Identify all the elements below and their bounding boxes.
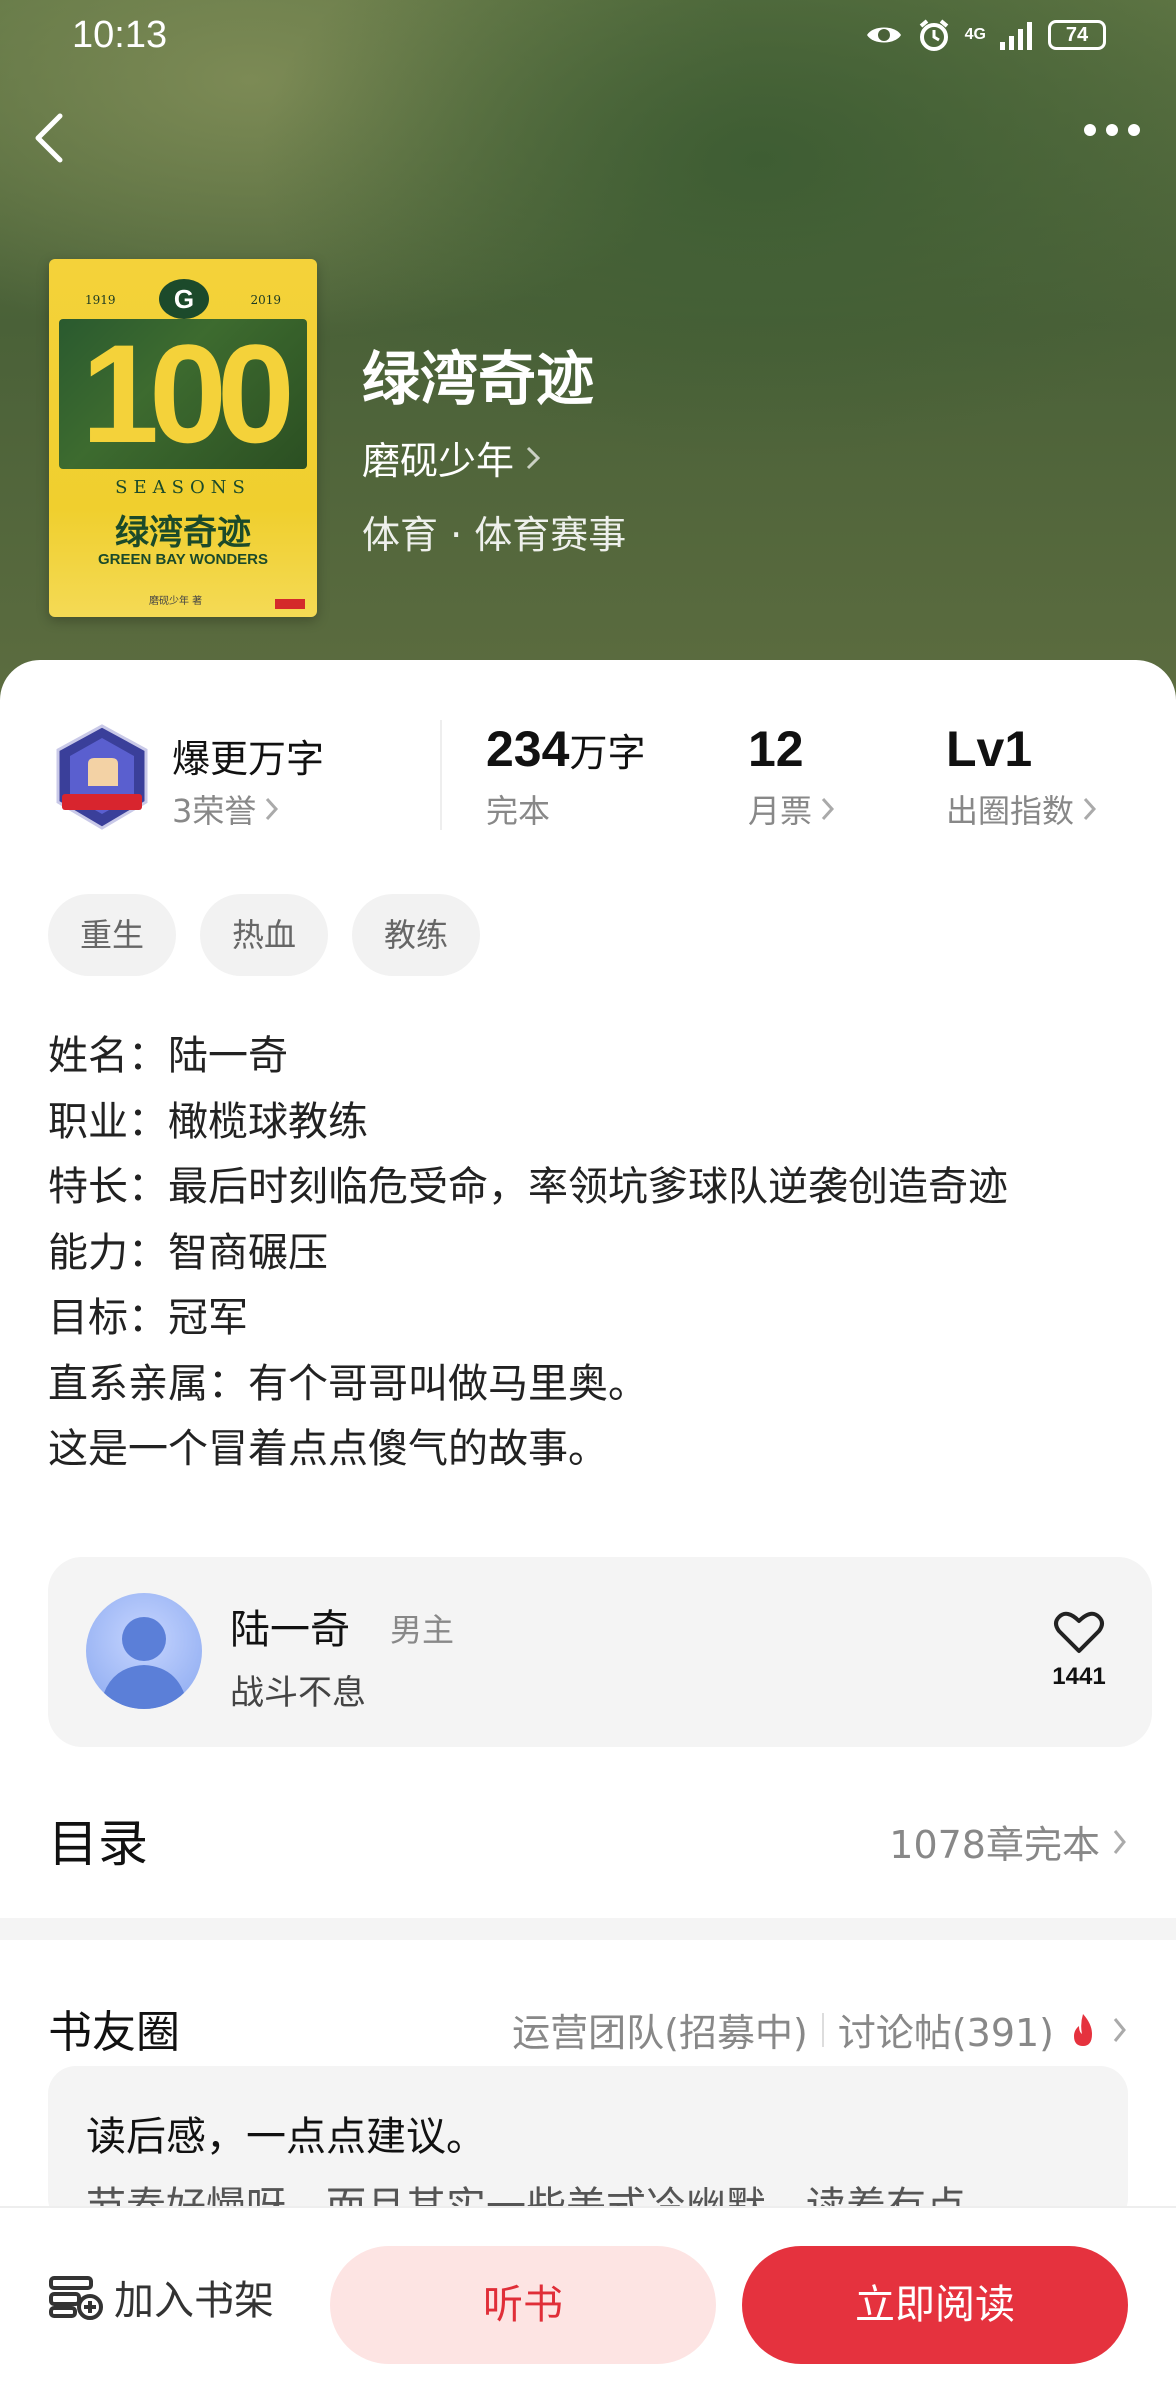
- stats-row: 爆更万字 3荣誉 234万字 完本 12 月票 Lv1 出圈指数: [0, 712, 1176, 842]
- popularity-stat[interactable]: Lv1 出圈指数: [946, 720, 1098, 832]
- synopsis-line: 直系亲属：有个哥哥叫做马里奥。: [48, 1360, 648, 1407]
- cover-seasons: SEASONS: [115, 477, 251, 498]
- cover-year-start: 1919: [85, 293, 116, 307]
- cover-author: 磨砚少年 著: [149, 596, 203, 607]
- word-count-label: 完本: [486, 792, 551, 830]
- chevron-left-icon: [35, 113, 63, 163]
- book-genre[interactable]: 体育 · 体育赛事: [362, 504, 626, 559]
- tag-chip[interactable]: 重生: [48, 894, 177, 976]
- honor-title[interactable]: 爆更万字: [172, 728, 324, 783]
- popularity-label: 出圈指数: [946, 792, 1075, 830]
- book-header-background: 10:13 4G 74 1919 2019 G 100 SEASONS 绿湾奇迹…: [0, 0, 1176, 720]
- heart-icon: [1054, 1611, 1104, 1653]
- honor-badge-icon[interactable]: [52, 724, 152, 832]
- tag-list: 重生 热血 教练: [48, 894, 481, 976]
- synopsis-line: 这是一个冒着点点傻气的故事。: [48, 1426, 608, 1472]
- synopsis-line: 目标：冠军: [48, 1295, 248, 1341]
- more-dot-icon: [1106, 124, 1118, 136]
- book-title: 绿湾奇迹: [362, 345, 595, 413]
- book-cover[interactable]: 1919 2019 G 100 SEASONS 绿湾奇迹 GREEN BAY W…: [49, 259, 317, 617]
- cover-publisher-mark: [275, 599, 305, 609]
- word-count-stat: 234万字 完本: [486, 720, 645, 832]
- toc-count-label: 1078章完本: [889, 1823, 1100, 1867]
- bottom-action-bar: 加入书架 听书 立即阅读: [0, 2206, 1176, 2400]
- chevron-right-icon: [1113, 1829, 1126, 1854]
- table-of-contents-row[interactable]: 目录 1078章完本: [48, 1790, 1128, 1880]
- cover-year-end: 2019: [250, 293, 281, 307]
- add-to-shelf-label: 加入书架: [114, 2278, 274, 2324]
- toc-count: 1078章完本: [889, 1814, 1128, 1869]
- honor-count-label: 3荣誉: [172, 792, 257, 830]
- add-bookshelf-icon: [49, 2276, 103, 2320]
- popularity-value: Lv1: [946, 721, 1033, 777]
- chevron-right-icon: [526, 446, 541, 469]
- signal-icon: [1000, 22, 1032, 50]
- cover-subtitle: GREEN BAY WONDERS: [97, 551, 269, 568]
- listen-button[interactable]: 听书: [330, 2246, 716, 2364]
- discussion-posts-link[interactable]: 讨论帖(391): [838, 2002, 1054, 2057]
- character-role: 男主: [390, 1611, 455, 1649]
- synopsis-line: 能力：智商碾压: [48, 1229, 328, 1276]
- toc-title: 目录: [48, 1815, 148, 1873]
- more-dot-icon: [1128, 124, 1140, 136]
- character-like-count: 1441: [1052, 1663, 1106, 1690]
- author-link[interactable]: 磨砚少年: [362, 430, 542, 485]
- status-bar: 10:13 4G 74: [0, 0, 1176, 72]
- stats-divider: [440, 720, 442, 830]
- read-now-button[interactable]: 立即阅读: [742, 2246, 1128, 2364]
- author-name: 磨砚少年: [362, 439, 515, 483]
- operation-team-link[interactable]: 运营团队(招募中): [512, 2002, 808, 2057]
- synopsis-line: 职业：橄榄球教练: [48, 1098, 368, 1145]
- character-avatar: [86, 1593, 202, 1709]
- synopsis-line: 姓名：陆一奇: [48, 1033, 288, 1079]
- discussion-post-card[interactable]: 读后感，一点点建议。 节奏好慢呀，而且其实一些美式冷幽默，读着有点: [48, 2066, 1128, 2226]
- chevron-right-icon: [1113, 2017, 1126, 2042]
- status-time: 10:13: [72, 14, 168, 56]
- back-button[interactable]: [30, 108, 70, 168]
- chevron-right-icon: [1083, 797, 1097, 821]
- more-dot-icon: [1084, 124, 1096, 136]
- monthly-ticket-value: 12: [748, 721, 804, 777]
- status-icons: 4G 74: [865, 18, 1106, 52]
- character-card[interactable]: 陆一奇 男主 战斗不息 1441: [48, 1557, 1152, 1747]
- tag-chip[interactable]: 教练: [352, 894, 481, 976]
- cover-title: 绿湾奇迹: [115, 513, 251, 553]
- flame-icon: [1074, 2013, 1092, 2046]
- character-name: 陆一奇: [230, 1607, 350, 1653]
- cover-big-number: 100: [59, 319, 307, 469]
- section-divider: [0, 1918, 1176, 1940]
- reader-circle-title: 书友圈: [48, 2007, 180, 2058]
- link-separator: [821, 2012, 824, 2047]
- add-to-shelf-button[interactable]: 加入书架: [48, 2268, 274, 2326]
- reader-circle-links: 运营团队(招募中) 讨论帖(391): [512, 2002, 1128, 2057]
- character-description: 战斗不息: [230, 1673, 366, 1713]
- monthly-ticket-stat[interactable]: 12 月票: [748, 720, 836, 832]
- eye-icon: [866, 27, 901, 43]
- monthly-ticket-label: 月票: [748, 792, 813, 830]
- word-count-value: 234: [486, 721, 570, 777]
- network-label: 4G: [964, 26, 986, 43]
- more-button[interactable]: [1084, 124, 1140, 136]
- honor-count[interactable]: 3荣誉: [172, 786, 280, 832]
- synopsis[interactable]: 姓名：陆一奇 职业：橄榄球教练 特长：最后时刻临危受命，率领坑爹球队逆袭创造奇迹…: [48, 1024, 1138, 1483]
- post-title: 读后感，一点点建议。: [86, 2114, 486, 2160]
- synopsis-line: 特长：最后时刻临危受命，率领坑爹球队逆袭创造奇迹: [48, 1164, 1008, 1210]
- word-count-unit: 万字: [569, 731, 646, 775]
- cover-logo: G: [159, 279, 209, 319]
- character-like-button[interactable]: 1441: [1044, 1609, 1114, 1691]
- chevron-right-icon: [266, 797, 279, 821]
- tag-chip[interactable]: 热血: [200, 894, 329, 976]
- battery-indicator: 74: [1048, 20, 1106, 50]
- chevron-right-icon: [821, 797, 835, 821]
- alarm-icon: [919, 19, 948, 51]
